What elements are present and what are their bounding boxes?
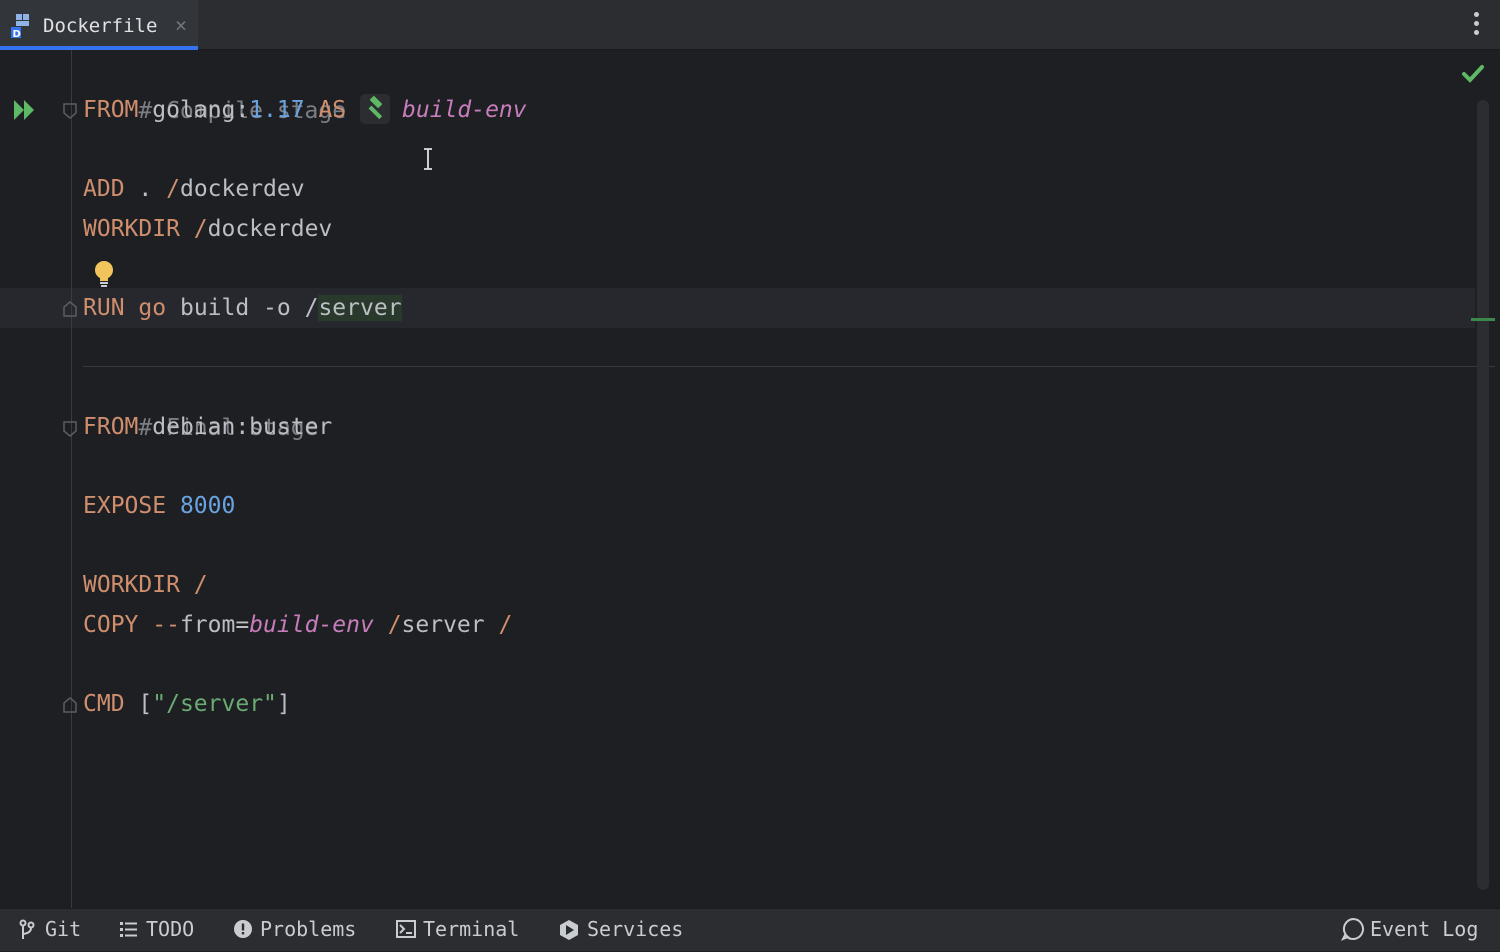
- services-label: Services: [587, 917, 684, 941]
- cmd-string: "/server": [152, 691, 277, 717]
- more-vertical-icon[interactable]: [1470, 12, 1482, 38]
- terminal-icon: [396, 920, 416, 938]
- services-icon: [560, 920, 578, 940]
- docker-file-icon: D: [11, 14, 29, 39]
- event-log-button[interactable]: Event Log: [1341, 909, 1481, 952]
- code-line-14: WORKDIR /: [83, 565, 208, 605]
- code-editor[interactable]: # Compile stage FROM golang:1.17 AS buil…: [0, 50, 1500, 908]
- keyword-from: FROM: [83, 414, 139, 440]
- list-icon: [120, 922, 137, 937]
- keyword-run: RUN: [83, 295, 125, 321]
- editor-tab-bar: D Dockerfile ×: [0, 0, 1500, 50]
- stage-name: build-env: [249, 612, 374, 638]
- event-log-icon: [1341, 917, 1364, 941]
- flag-dashes: --: [152, 612, 180, 638]
- image-name: golang:: [152, 97, 250, 123]
- vertical-scrollbar[interactable]: [1477, 100, 1489, 890]
- code-line-4: ADD . /dockerdev: [83, 169, 305, 209]
- git-label: Git: [45, 917, 82, 941]
- copy-source: server: [401, 612, 485, 638]
- tab-dockerfile[interactable]: D Dockerfile ×: [0, 0, 198, 50]
- code-line-12: EXPOSE 8000: [83, 486, 235, 526]
- todo-label: TODO: [146, 917, 195, 941]
- terminal-label: Terminal: [423, 917, 520, 941]
- image-name: debian:buster: [152, 414, 333, 440]
- path-slash: /: [304, 295, 319, 321]
- add-source: .: [138, 176, 167, 202]
- code-line-1: # Compile stage: [83, 51, 346, 124]
- workdir-path: dockerdev: [207, 216, 333, 242]
- path-slash: /: [193, 216, 208, 242]
- bracket-close: ]: [276, 691, 291, 717]
- close-icon[interactable]: ×: [171, 15, 191, 35]
- code-line-2: FROM golang:1.17 AS build-env: [83, 90, 527, 130]
- bracket-open: [: [138, 691, 153, 717]
- add-dest: dockerdev: [179, 176, 305, 202]
- git-button[interactable]: Git: [18, 909, 88, 952]
- run-icon[interactable]: [12, 98, 38, 122]
- expose-port: 8000: [179, 493, 236, 519]
- run-command: go: [138, 295, 167, 321]
- svg-text:D: D: [13, 29, 21, 39]
- keyword-workdir: WORKDIR: [83, 216, 180, 242]
- path-slash: /: [166, 176, 180, 202]
- path-slash: /: [193, 572, 208, 598]
- todo-button[interactable]: TODO: [119, 909, 204, 952]
- keyword-add: ADD: [83, 176, 125, 202]
- services-button[interactable]: Services: [558, 909, 688, 952]
- code-line-15: COPY --from=build-env /server /: [83, 605, 512, 645]
- problems-label: Problems: [260, 917, 357, 941]
- fold-icon[interactable]: [62, 300, 78, 318]
- terminal-button[interactable]: Terminal: [396, 909, 526, 952]
- tool-window-bar: Git TODO Problems Terminal Services Even…: [0, 908, 1500, 951]
- code-line-5: WORKDIR /dockerdev: [83, 209, 332, 249]
- keyword-cmd: CMD: [83, 691, 125, 717]
- change-marker: [1471, 318, 1495, 321]
- keyword-as: AS: [318, 97, 347, 123]
- check-icon[interactable]: [1461, 63, 1485, 85]
- problems-icon: [234, 920, 252, 938]
- fold-icon[interactable]: [62, 420, 78, 438]
- code-line-10: FROM debian:buster: [83, 407, 332, 447]
- text-cursor-icon: [424, 148, 432, 170]
- stage-name: build-env: [402, 97, 527, 123]
- keyword-workdir: WORKDIR: [83, 572, 180, 598]
- code-line-17: CMD ["/server"]: [83, 684, 291, 724]
- stage-separator: [83, 366, 1495, 367]
- code-line-9: # Final stage: [83, 368, 318, 441]
- gutter-divider: [71, 50, 72, 908]
- flag-name: from=: [179, 612, 250, 638]
- code-line-7: RUN go build -o /server: [83, 288, 402, 328]
- path-slash: /: [387, 612, 402, 638]
- run-args: build -o: [179, 295, 305, 321]
- path-slash: /: [498, 612, 513, 638]
- keyword-expose: EXPOSE: [83, 493, 167, 519]
- hammer-icon[interactable]: [360, 94, 390, 124]
- git-branch-icon: [19, 919, 35, 939]
- event-log-label: Event Log: [1370, 917, 1479, 941]
- problems-button[interactable]: Problems: [233, 909, 363, 952]
- keyword-copy: COPY: [83, 612, 139, 638]
- lightbulb-icon[interactable]: [93, 260, 115, 288]
- image-version: 1.17: [249, 97, 305, 123]
- fold-icon[interactable]: [62, 696, 78, 714]
- tab-label: Dockerfile: [43, 15, 158, 37]
- fold-icon[interactable]: [62, 102, 78, 120]
- keyword-from: FROM: [83, 97, 139, 123]
- run-output-path: server: [318, 295, 402, 321]
